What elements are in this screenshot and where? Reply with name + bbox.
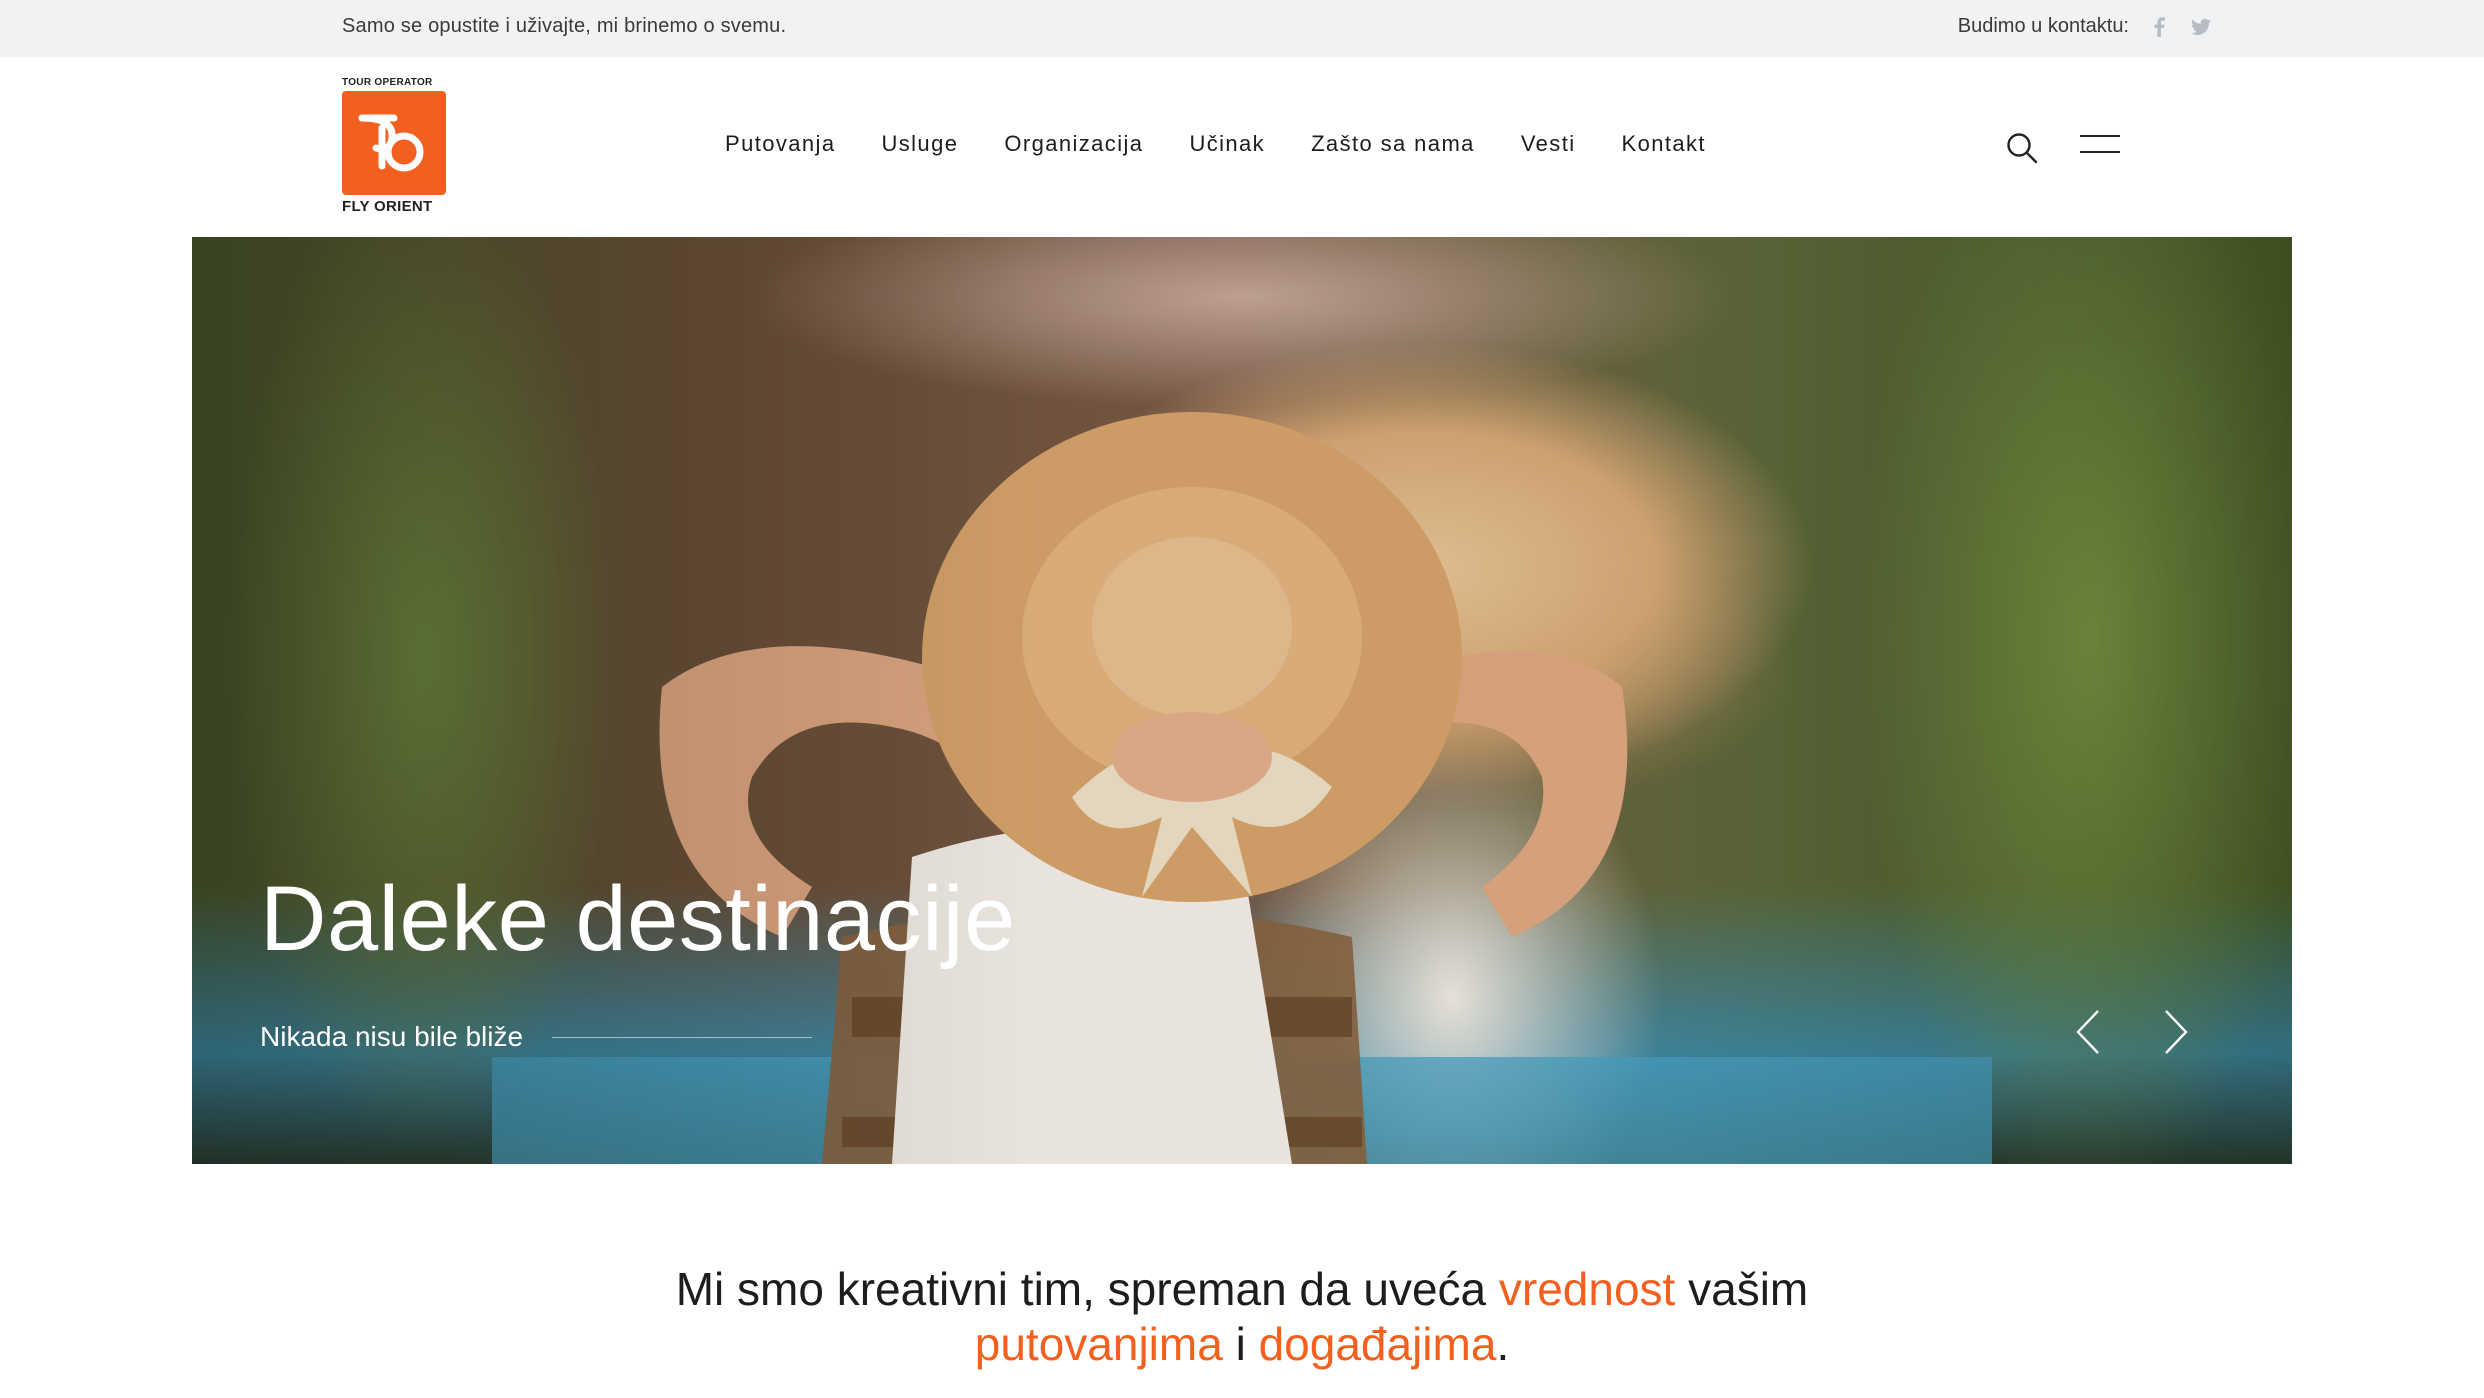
intro-text-1: Mi smo kreativni tim, spreman da uveća: [675, 1263, 1499, 1315]
nav-item-putovanja[interactable]: Putovanja: [725, 131, 835, 157]
nav-item-organizacija[interactable]: Organizacija: [1004, 131, 1143, 157]
nav-item-usluge[interactable]: Usluge: [881, 131, 958, 157]
search-icon[interactable]: [2005, 131, 2039, 165]
intro-text-2: vašim: [1675, 1263, 1809, 1315]
intro-highlight-vrednost: vrednost: [1498, 1263, 1676, 1315]
nav-item-vesti[interactable]: Vesti: [1521, 131, 1576, 157]
intro-text-3: i: [1222, 1318, 1259, 1370]
contact-label: Budimo u kontaktu:: [1957, 15, 2129, 37]
logo[interactable]: TOUR OPERATOR FLY ORIENT: [342, 77, 446, 215]
chevron-right-icon[interactable]: [2162, 1007, 2192, 1057]
hero-title: Daleke destinacije: [260, 868, 1016, 970]
nav-item-ucinak[interactable]: Učinak: [1189, 131, 1265, 157]
hero-slider: Daleke destinacije Nikada nisu bile bliž…: [192, 237, 2292, 1164]
logo-mark-icon: [342, 91, 446, 195]
intro-line-2: putovanjima i događajima.: [0, 1317, 2484, 1372]
chevron-left-icon[interactable]: [2072, 1007, 2102, 1057]
hero-subtitle-line: [552, 1037, 812, 1038]
intro-highlight-dogadjajima: događajima: [1258, 1318, 1497, 1370]
intro-text-4: .: [1496, 1318, 1510, 1370]
intro-statement: Mi smo kreativni tim, spreman da uveća v…: [0, 1262, 2484, 1372]
facebook-icon[interactable]: [2149, 16, 2169, 37]
twitter-icon[interactable]: [2191, 17, 2211, 37]
nav-item-zasto-sa-nama[interactable]: Zašto sa nama: [1311, 131, 1475, 157]
logo-name: FLY ORIENT: [342, 198, 433, 215]
site-header: TOUR OPERATOR FLY ORIENT Putovanja Uslug…: [0, 57, 2484, 237]
intro-line-1: Mi smo kreativni tim, spreman da uveća v…: [0, 1262, 2484, 1317]
tagline: Samo se opustite i uživajte, mi brinemo …: [342, 15, 787, 37]
logo-over-text: TOUR OPERATOR: [342, 77, 433, 88]
hero-subtitle: Nikada nisu bile bliže: [260, 1021, 524, 1052]
main-nav: Putovanja Usluge Organizacija Učinak Zaš…: [725, 131, 1706, 157]
intro-highlight-putovanjima: putovanjima: [974, 1318, 1223, 1370]
menu-icon[interactable]: [2080, 135, 2120, 161]
top-bar: Samo se opustite i uživajte, mi brinemo …: [0, 0, 2484, 57]
nav-item-kontakt[interactable]: Kontakt: [1622, 131, 1706, 157]
contact-area: Budimo u kontaktu:: [1958, 15, 2211, 38]
social-links: [2149, 16, 2211, 37]
